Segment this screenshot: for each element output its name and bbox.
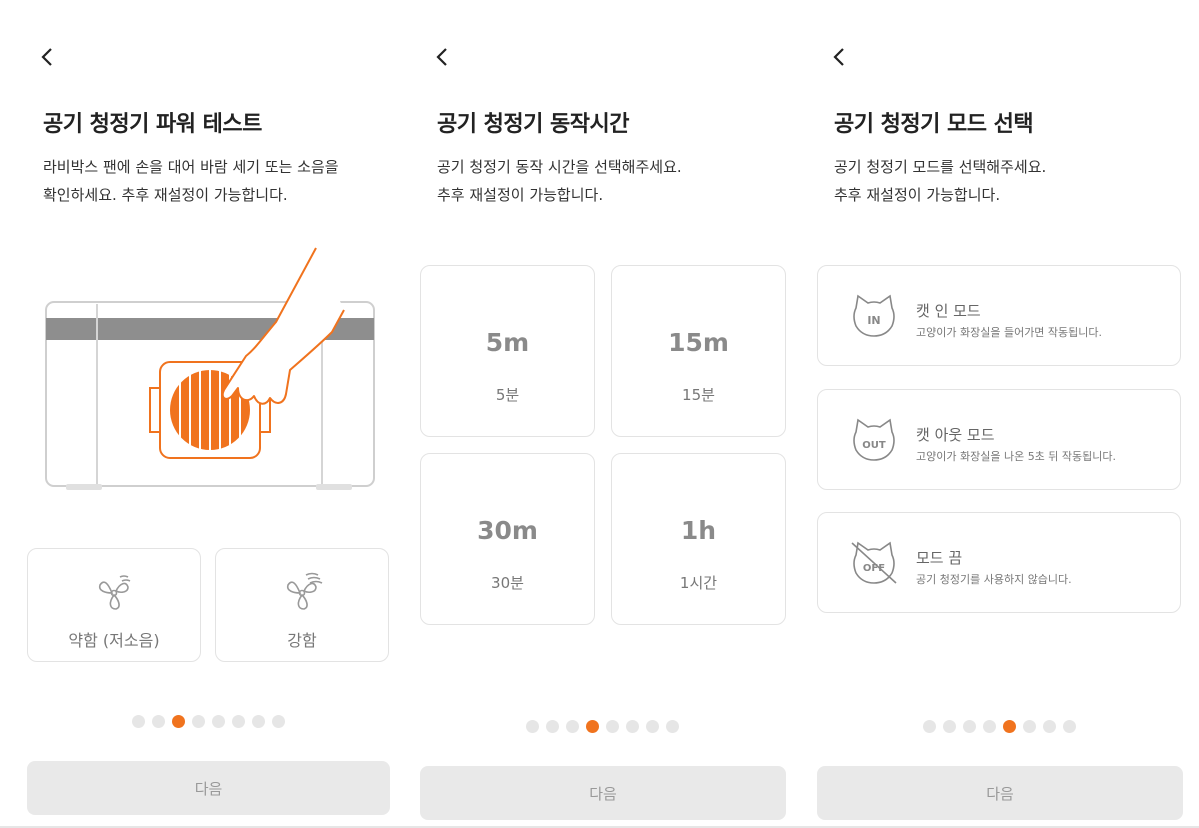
- page-dot: [1043, 720, 1056, 733]
- page-dot-active: [172, 715, 185, 728]
- page-dot: [212, 715, 225, 728]
- mode-name: 모드 끔: [916, 549, 963, 567]
- option-label: 15분: [682, 386, 715, 404]
- cat-in-icon: IN: [853, 294, 895, 337]
- cat-out-icon: OUT: [853, 418, 895, 461]
- page-indicator: [526, 720, 679, 733]
- option-label: 1시간: [679, 574, 718, 592]
- option-label: 5분: [495, 386, 520, 404]
- page-dot: [566, 720, 579, 733]
- power-test-screen: 공기 청정기 파워 테스트 라비박스 팬에 손을 대어 바람 세기 또는 소음을…: [0, 0, 395, 828]
- mode-option-off[interactable]: OFF 모드 끔 공기 청정기를 사용하지 않습니다.: [817, 512, 1181, 613]
- fan-power-weak-option[interactable]: 약함 (저소음): [27, 548, 201, 662]
- back-button[interactable]: [40, 46, 54, 72]
- page-dot: [132, 715, 145, 728]
- page-dot: [546, 720, 559, 733]
- page-dot: [232, 715, 245, 728]
- duration-option-30m[interactable]: 30m 30분: [420, 453, 595, 625]
- page-dot: [666, 720, 679, 733]
- option-label: 30분: [491, 574, 524, 592]
- mode-description: 고양이가 화장실을 들어가면 작동됩니다.: [916, 326, 1103, 339]
- mode-badge: IN: [867, 314, 880, 327]
- fan-strong-icon: [286, 572, 323, 610]
- option-label: 약함 (저소음): [68, 631, 160, 650]
- page-dot: [606, 720, 619, 733]
- litter-box-illustration: [45, 247, 375, 490]
- option-value: 5m: [485, 328, 530, 357]
- page-dot: [923, 720, 936, 733]
- page-description: 공기 청정기 모드를 선택해주세요. 추후 재설정이 가능합니다.: [834, 158, 1047, 204]
- page-title: 공기 청정기 파워 테스트: [43, 112, 262, 137]
- page-dot: [983, 720, 996, 733]
- page-title: 공기 청정기 동작시간: [437, 112, 629, 137]
- next-button[interactable]: 다음: [27, 761, 390, 815]
- page-indicator: [132, 715, 285, 728]
- mode-description: 공기 청정기를 사용하지 않습니다.: [916, 573, 1072, 586]
- back-button[interactable]: [832, 46, 846, 72]
- page-dot: [152, 715, 165, 728]
- mode-name: 캣 인 모드: [916, 302, 981, 320]
- next-button[interactable]: 다음: [420, 766, 786, 820]
- mode-screen: 공기 청정기 모드 선택 공기 청정기 모드를 선택해주세요. 추후 재설정이 …: [792, 0, 1199, 828]
- page-dot: [646, 720, 659, 733]
- chevron-left-icon: [41, 48, 52, 66]
- page-description: 공기 청정기 동작 시간을 선택해주세요. 추후 재설정이 가능합니다.: [437, 158, 682, 204]
- page-dot: [943, 720, 956, 733]
- duration-screen: 공기 청정기 동작시간 공기 청정기 동작 시간을 선택해주세요. 추후 재설정…: [395, 0, 792, 828]
- page-dot: [1063, 720, 1076, 733]
- page-dot: [526, 720, 539, 733]
- mode-description: 고양이가 화장실을 나온 5초 뒤 작동됩니다.: [916, 450, 1117, 463]
- chevron-left-icon: [833, 48, 844, 66]
- page-dot-active: [586, 720, 599, 733]
- option-value: 30m: [477, 516, 538, 545]
- option-label: 강함: [287, 631, 317, 650]
- page-description: 라비박스 팬에 손을 대어 바람 세기 또는 소음을 확인하세요. 추후 재설정…: [43, 158, 339, 204]
- mode-badge: OFF: [863, 563, 885, 574]
- mode-option-cat-out[interactable]: OUT 캣 아웃 모드 고양이가 화장실을 나온 5초 뒤 작동됩니다.: [817, 389, 1181, 490]
- fan-power-strong-option[interactable]: 강함: [215, 548, 389, 662]
- chevron-left-icon: [436, 48, 447, 66]
- page-dot: [252, 715, 265, 728]
- option-value: 1h: [680, 516, 717, 545]
- page-dot: [963, 720, 976, 733]
- cat-off-icon: OFF: [851, 541, 897, 584]
- mode-name: 캣 아웃 모드: [916, 426, 995, 444]
- duration-option-1h[interactable]: 1h 1시간: [611, 453, 786, 625]
- page-title: 공기 청정기 모드 선택: [834, 112, 1034, 137]
- page-dot-active: [1003, 720, 1016, 733]
- page-dot: [626, 720, 639, 733]
- fan-weak-icon: [98, 575, 131, 610]
- mode-option-cat-in[interactable]: IN 캣 인 모드 고양이가 화장실을 들어가면 작동됩니다.: [817, 265, 1181, 366]
- page-dot: [272, 715, 285, 728]
- duration-option-15m[interactable]: 15m 15분: [611, 265, 786, 437]
- page-dot: [1023, 720, 1036, 733]
- page-dot: [192, 715, 205, 728]
- next-button[interactable]: 다음: [817, 766, 1183, 820]
- page-indicator: [923, 720, 1076, 733]
- back-button[interactable]: [435, 46, 449, 72]
- mode-badge: OUT: [862, 440, 886, 451]
- duration-option-5m[interactable]: 5m 5분: [420, 265, 595, 437]
- option-value: 15m: [668, 328, 729, 357]
